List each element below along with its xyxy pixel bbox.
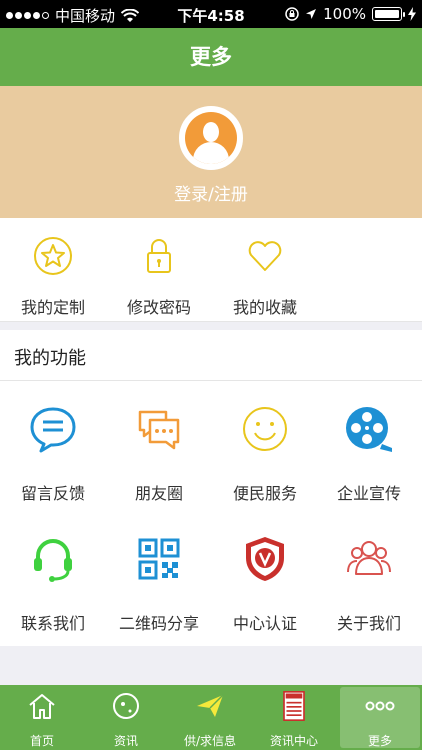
func-item-moments[interactable]: 朋友圈 xyxy=(106,386,212,506)
quick-item-label: 我的收藏 xyxy=(232,298,297,317)
tab-bar: 首页 资讯 供/求信息 资讯中心 更多 xyxy=(0,685,422,750)
tab-label: 资讯 xyxy=(113,734,138,748)
func-item-about[interactable]: 关于我们 xyxy=(316,516,422,636)
verified-badge-icon xyxy=(246,537,284,581)
quick-item-my-custom[interactable]: 我的定制 xyxy=(0,218,106,322)
func-item-label: 朋友圈 xyxy=(134,484,183,503)
more-dots-icon xyxy=(365,701,395,711)
rotation-lock-icon xyxy=(285,7,299,21)
func-item-label: 二维码分享 xyxy=(118,614,199,633)
func-item-label: 关于我们 xyxy=(336,614,401,633)
tab-home[interactable]: 首页 xyxy=(0,685,84,750)
smile-icon xyxy=(243,407,287,451)
star-icon xyxy=(34,237,72,275)
tab-label: 更多 xyxy=(367,734,392,748)
quick-item-my-favorites[interactable]: 我的收藏 xyxy=(212,218,318,322)
tab-label: 资讯中心 xyxy=(269,734,318,748)
quick-item-label: 修改密码 xyxy=(126,298,191,317)
lock-icon xyxy=(147,239,171,273)
func-item-contact[interactable]: 联系我们 xyxy=(0,516,106,636)
location-icon xyxy=(306,9,317,19)
friends-chat-icon xyxy=(138,410,180,450)
section-title: 我的功能 xyxy=(14,348,86,369)
avatar[interactable] xyxy=(179,106,243,170)
home-icon xyxy=(29,694,55,719)
film-reel-icon xyxy=(346,407,392,452)
func-item-label: 企业宣传 xyxy=(336,484,401,503)
qr-code-icon xyxy=(138,538,180,580)
quick-actions: 我的定制 修改密码 我的收藏 xyxy=(0,218,422,322)
my-functions-panel: 我的功能 留言反馈 朋友圈 便民服务 企业宣传 联系我们 二维码分享 中心认证 … xyxy=(0,330,422,646)
tab-news[interactable]: 资讯 xyxy=(84,685,168,750)
newspaper-icon xyxy=(283,691,305,721)
headset-icon xyxy=(34,539,72,582)
profile-header: 登录/注册 xyxy=(0,86,422,218)
tab-more[interactable]: 更多 xyxy=(338,685,422,750)
func-item-label: 便民服务 xyxy=(232,484,297,503)
status-right: 100% xyxy=(285,5,416,23)
page-title: 更多 xyxy=(190,45,232,69)
news-circle-icon xyxy=(113,693,139,719)
func-item-label: 联系我们 xyxy=(20,614,85,633)
quick-item-label: 我的定制 xyxy=(20,298,85,317)
tab-label: 首页 xyxy=(29,734,54,748)
func-item-feedback[interactable]: 留言反馈 xyxy=(0,386,106,506)
default-user-icon xyxy=(185,112,237,164)
status-bar: 中国移动 下午4:58 100% xyxy=(0,0,422,28)
chat-bubble-icon xyxy=(30,407,76,453)
func-item-qr-share[interactable]: 二维码分享 xyxy=(106,516,212,636)
func-item-certification[interactable]: 中心认证 xyxy=(212,516,318,636)
charging-icon xyxy=(408,7,416,21)
func-item-services[interactable]: 便民服务 xyxy=(212,386,318,506)
people-icon xyxy=(347,541,391,575)
func-item-label: 留言反馈 xyxy=(20,484,85,503)
tab-news-center[interactable]: 资讯中心 xyxy=(252,685,336,750)
battery-percent: 100% xyxy=(323,5,366,23)
func-item-promotion[interactable]: 企业宣传 xyxy=(316,386,422,506)
paper-plane-icon xyxy=(197,694,224,717)
func-item-label: 中心认证 xyxy=(232,614,297,633)
heart-icon xyxy=(248,241,282,271)
divider xyxy=(0,380,422,381)
nav-bar: 更多 xyxy=(0,28,422,86)
battery-icon xyxy=(372,7,405,21)
quick-item-change-password[interactable]: 修改密码 xyxy=(106,218,212,322)
tab-supply-demand[interactable]: 供/求信息 xyxy=(168,685,252,750)
login-register-link[interactable]: 登录/注册 xyxy=(0,180,422,205)
tab-label: 供/求信息 xyxy=(183,734,237,748)
